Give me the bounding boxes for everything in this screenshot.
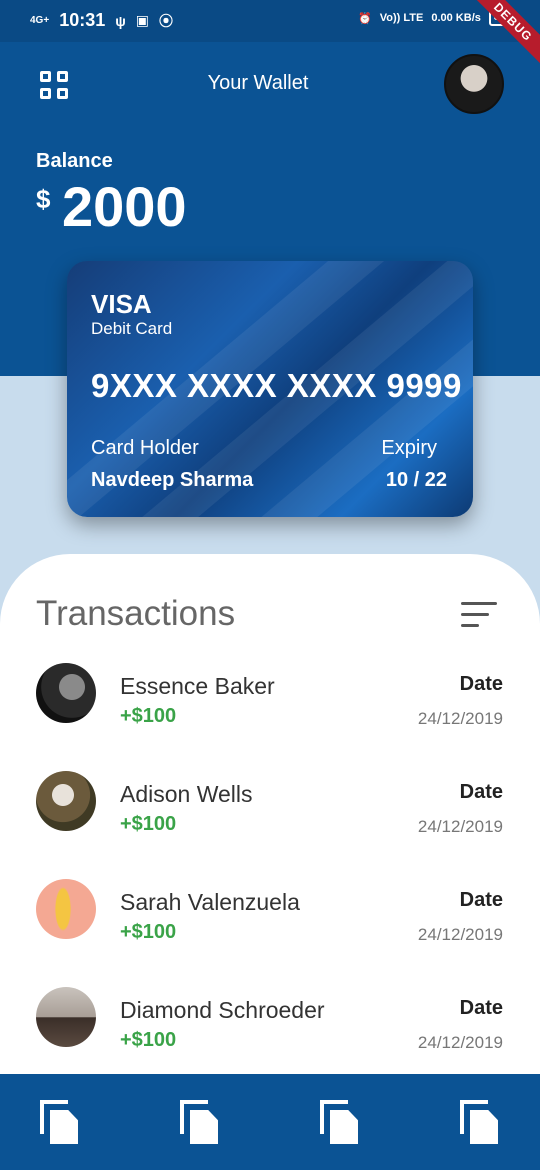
card-number: 9XXX XXXX XXXX 9999 xyxy=(91,367,462,404)
transaction-date: 24/12/2019 xyxy=(417,817,503,836)
profile-avatar[interactable] xyxy=(444,54,504,114)
transactions-title: Transactions xyxy=(36,594,236,633)
transaction-name: Adison Wells xyxy=(120,781,253,807)
transaction-amount: +$100 xyxy=(120,705,177,727)
transaction-name: Essence Baker xyxy=(120,673,275,699)
sort-icon[interactable] xyxy=(461,602,497,628)
transaction-avatar xyxy=(36,987,96,1047)
card-type: Debit Card xyxy=(91,319,173,338)
card-holder-name: Navdeep Sharma xyxy=(91,469,254,491)
transaction-date: 24/12/2019 xyxy=(417,925,503,944)
transaction-date: 24/12/2019 xyxy=(417,709,503,728)
transactions-panel: Transactions Essence Baker +$100 Date 24… xyxy=(0,554,540,1074)
transaction-name: Sarah Valenzuela xyxy=(120,889,300,915)
transaction-name: Diamond Schroeder xyxy=(120,997,325,1023)
status-time: 10:31 xyxy=(59,10,106,30)
network-indicator: 4G+ xyxy=(30,14,50,26)
balance-value: 2000 xyxy=(62,175,187,238)
expiry-label: Expiry xyxy=(381,437,437,459)
transaction-date-label: Date xyxy=(459,673,503,695)
nav-copy-icon[interactable] xyxy=(40,1100,80,1146)
instagram-icon: ▣ xyxy=(135,12,150,28)
debit-card[interactable]: VISA Debit Card 9XXX XXXX XXXX 9999 Card… xyxy=(67,261,473,517)
transaction-amount: +$100 xyxy=(120,921,177,943)
volte-indicator: Vo)) LTE xyxy=(379,12,424,24)
transaction-amount: +$100 xyxy=(120,813,177,835)
alarm-icon: ⏰ xyxy=(358,12,372,25)
hotspot-icon: ⦿ xyxy=(159,12,174,29)
transaction-avatar xyxy=(36,771,96,831)
transaction-row[interactable]: Sarah Valenzuela +$100 Date 24/12/2019 xyxy=(0,879,540,987)
card-brand: VISA xyxy=(91,289,152,319)
transaction-avatar xyxy=(36,663,96,723)
transaction-date: 24/12/2019 xyxy=(417,1033,503,1052)
status-bar: 4G+ 10:31 ψ ▣ ⦿ ⏰ Vo)) LTE 0.00 KB/s 82 … xyxy=(0,0,540,76)
balance-label: Balance xyxy=(36,150,113,172)
nav-copy-icon[interactable] xyxy=(180,1100,220,1146)
bottom-navigation xyxy=(0,1074,540,1170)
nav-copy-icon[interactable] xyxy=(320,1100,360,1146)
usb-icon: ψ xyxy=(115,12,126,29)
transaction-date-label: Date xyxy=(459,997,503,1019)
transaction-date-label: Date xyxy=(459,781,503,803)
speed-indicator: 0.00 KB/s xyxy=(431,12,481,24)
page-title: Your Wallet xyxy=(207,72,309,94)
transaction-row[interactable]: Essence Baker +$100 Date 24/12/2019 xyxy=(0,663,540,771)
expiry-value: 10 / 22 xyxy=(385,469,447,491)
currency-symbol: $ xyxy=(36,184,51,214)
nav-copy-icon[interactable] xyxy=(460,1100,500,1146)
transaction-row[interactable]: Adison Wells +$100 Date 24/12/2019 xyxy=(0,771,540,879)
transaction-date-label: Date xyxy=(459,889,503,911)
transaction-avatar xyxy=(36,879,96,939)
card-holder-label: Card Holder xyxy=(91,437,199,459)
transaction-amount: +$100 xyxy=(120,1029,177,1051)
